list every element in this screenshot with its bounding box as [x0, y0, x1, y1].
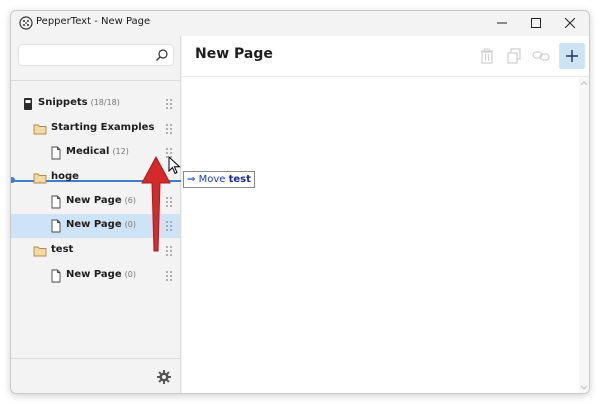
maximize-button[interactable] — [519, 11, 553, 35]
vertical-scrollbar[interactable] — [579, 77, 589, 393]
page-icon — [51, 195, 61, 209]
plus-icon — [566, 50, 578, 62]
add-page-button[interactable] — [559, 43, 585, 69]
gear-icon[interactable] — [156, 369, 172, 385]
tree-item-label: New Page (6) — [66, 195, 136, 206]
link-button[interactable] — [529, 44, 553, 68]
tree-item-label: Snippets (18/18) — [38, 97, 120, 108]
pepper-app-icon — [19, 16, 33, 30]
tree-item-snippets[interactable]: Snippets (18/18) — [11, 92, 180, 116]
page-icon — [51, 219, 61, 233]
tree-item-label: hoge — [51, 171, 79, 182]
scroll-up-icon[interactable] — [579, 79, 589, 87]
delete-button[interactable] — [475, 44, 499, 68]
sidebar-divider — [11, 80, 181, 81]
folder-icon — [33, 246, 47, 257]
title-bar[interactable]: PepperText - New Page — [11, 11, 589, 37]
search-icon[interactable] — [155, 48, 169, 62]
tree-item-label: test — [51, 244, 74, 255]
main-pane: New Page — [182, 36, 589, 393]
window-title: PepperText - New Page — [36, 16, 151, 27]
scroll-down-icon[interactable] — [579, 384, 589, 392]
maximize-icon — [531, 18, 541, 28]
close-button[interactable] — [553, 11, 587, 35]
device-icon — [24, 98, 32, 110]
duplicate-button[interactable] — [502, 44, 526, 68]
minimize-icon — [497, 22, 507, 24]
app-window: PepperText - New Page Snippets (18/18) S… — [10, 10, 590, 394]
drag-move-tooltip: ⇒ Move test — [183, 171, 255, 188]
tree-item-starting-examples[interactable]: Starting Examples — [11, 117, 180, 141]
copy-icon — [507, 48, 521, 64]
tree-item-label: Medical (12) — [66, 146, 129, 157]
drag-handle-icon[interactable] — [165, 123, 173, 135]
tree-item-new-page-2[interactable]: New Page (0) — [11, 264, 180, 288]
close-icon — [565, 18, 575, 28]
tree-item-label: New Page (0) — [66, 219, 136, 230]
tree-item-label: Starting Examples — [51, 122, 155, 133]
folder-icon — [33, 173, 47, 184]
folder-icon — [33, 124, 47, 135]
page-icon — [51, 146, 61, 160]
tree-item-label: New Page (0) — [66, 269, 136, 280]
annotation-up-arrow-icon — [141, 155, 171, 252]
page-title: New Page — [195, 46, 273, 62]
move-arrow-icon: ⇒ — [187, 174, 196, 185]
editor-area[interactable] — [182, 77, 579, 393]
trash-icon — [481, 48, 493, 64]
sidebar-footer-divider — [11, 358, 181, 359]
search-box[interactable] — [18, 44, 174, 66]
minimize-button[interactable] — [485, 11, 519, 35]
drag-handle-icon[interactable] — [165, 270, 173, 282]
link-icon — [532, 51, 550, 61]
drag-handle-icon[interactable] — [165, 98, 173, 110]
search-input[interactable] — [25, 48, 155, 62]
page-icon — [51, 269, 61, 283]
